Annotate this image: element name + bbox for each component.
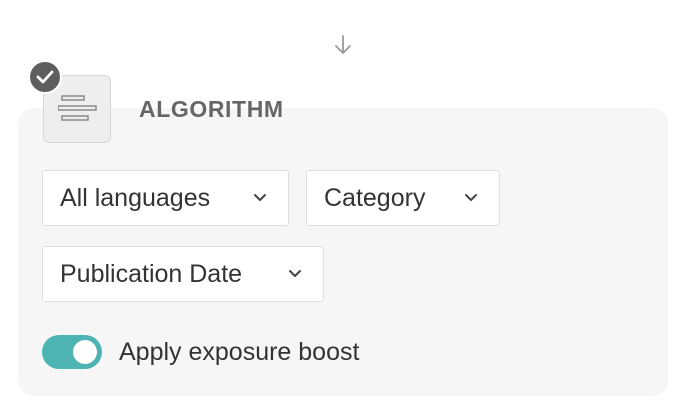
chevron-down-icon: [465, 194, 477, 201]
toggle-knob: [73, 340, 97, 364]
language-dropdown[interactable]: All languages: [42, 170, 289, 226]
check-icon: [28, 60, 62, 94]
language-dropdown-value: All languages: [60, 183, 211, 212]
publication-date-dropdown-value: Publication Date: [60, 259, 243, 288]
exposure-boost-toggle[interactable]: [42, 335, 102, 369]
arrow-down-icon: [331, 33, 355, 57]
exposure-boost-label: Apply exposure boost: [119, 338, 360, 366]
chevron-down-icon: [289, 270, 301, 277]
align-center-icon: [58, 95, 97, 121]
chevron-down-icon: [254, 194, 266, 201]
category-dropdown-value: Category: [324, 183, 426, 212]
section-title: ALGORITHM: [139, 96, 284, 122]
category-dropdown[interactable]: Category: [306, 170, 500, 226]
publication-date-dropdown[interactable]: Publication Date: [42, 246, 324, 302]
